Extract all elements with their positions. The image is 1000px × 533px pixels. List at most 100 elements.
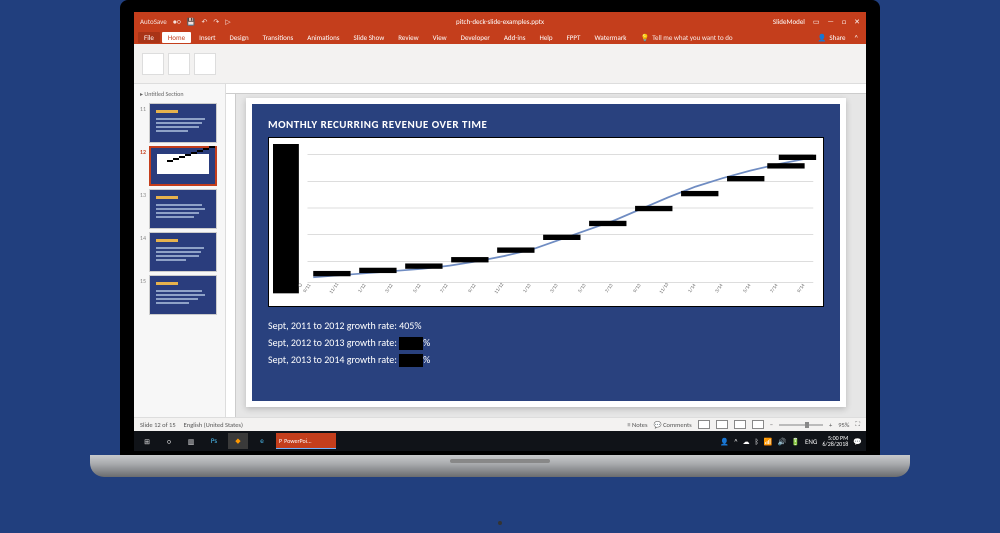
clock-date: 6/28/2018 (822, 441, 848, 447)
zoom-level[interactable]: 95% (838, 421, 849, 429)
minimize-icon[interactable]: — (828, 17, 834, 26)
account-name[interactable]: SlideModel (773, 17, 805, 26)
tab-home[interactable]: Home (162, 32, 191, 43)
new-slide-icon[interactable] (168, 53, 190, 75)
laptop-base (90, 455, 910, 477)
slide-notes[interactable]: Sept, 2011 to 2012 growth rate: 405% Sep… (268, 317, 824, 368)
growth-label: Sept, 2013 to 2014 growth rate: (268, 353, 399, 366)
tab-addins[interactable]: Add-ins (498, 32, 532, 43)
zoom-in-icon[interactable]: + (829, 421, 832, 429)
fit-to-window-icon[interactable]: ⛶ (855, 420, 860, 429)
thumb-preview (149, 146, 217, 186)
tab-insert[interactable]: Insert (193, 32, 221, 43)
thumb-number: 13 (136, 189, 146, 199)
ribbon-home (134, 44, 866, 84)
ribbon-display-options-icon[interactable]: ▭ (813, 17, 820, 26)
tab-design[interactable]: Design (224, 32, 255, 43)
close-icon[interactable]: ✕ (854, 17, 860, 26)
document-title: pitch-deck-slide-examples.pptx (456, 17, 544, 26)
ruler-horizontal (226, 84, 866, 94)
thumb-preview (149, 232, 217, 272)
slide-thumb-12[interactable]: 12 (136, 146, 223, 186)
language-status[interactable]: English (United States) (184, 421, 243, 429)
tell-me-label: Tell me what you want to do (652, 33, 732, 42)
people-icon[interactable]: 👤 (720, 437, 729, 446)
onedrive-icon[interactable]: ☁ (743, 437, 750, 446)
redo-icon[interactable]: ↷ (213, 17, 219, 26)
redacted-value (399, 337, 423, 350)
slide-thumb-13[interactable]: 13 (136, 189, 223, 229)
slide-thumb-11[interactable]: 11 (136, 103, 223, 143)
tab-fppt[interactable]: FPPT (561, 32, 587, 43)
slide-title[interactable]: MONTHLY RECURRING REVENUE OVER TIME (268, 118, 824, 131)
growth-label: Sept, 2011 to 2012 growth rate: (268, 319, 399, 332)
comments-button[interactable]: 💬 Comments (654, 421, 692, 429)
save-icon[interactable]: 💾 (187, 17, 196, 26)
paste-icon[interactable] (142, 53, 164, 75)
tab-review[interactable]: Review (392, 32, 424, 43)
slide-content[interactable]: MONTHLY RECURRING REVENUE OVER TIME (252, 104, 840, 401)
sorter-view-icon[interactable] (716, 420, 728, 429)
taskbar-app-powerpoint[interactable]: P PowerPoi... (276, 433, 336, 449)
task-view-icon[interactable]: ▥ (182, 433, 200, 449)
tab-help[interactable]: Help (533, 32, 558, 43)
notes-button[interactable]: ≡ Notes (627, 421, 647, 429)
slide-thumb-14[interactable]: 14 (136, 232, 223, 272)
taskbar-app-photoshop[interactable]: Ps (204, 433, 224, 449)
section-header[interactable]: Untitled Section (136, 88, 223, 100)
webcam-led (498, 521, 502, 525)
chart-x-ticks: 9/1111/111/123/125/127/129/1211/121/133/… (297, 298, 819, 304)
taskbar-app-sublime[interactable]: ◆ (228, 433, 248, 449)
system-clock[interactable]: 5:00 PM 6/28/2018 (822, 435, 848, 447)
screen: AutoSave ●○ 💾 ↶ ↷ ▷ pitch-deck-slide-exa… (134, 12, 866, 451)
start-from-beginning-icon[interactable]: ▷ (225, 17, 230, 26)
slide-canvas[interactable]: MONTHLY RECURRING REVENUE OVER TIME (246, 98, 846, 407)
wifi-icon[interactable]: 📶 (764, 437, 773, 446)
autosave-toggle[interactable]: AutoSave (140, 17, 167, 26)
share-icon: 👤 (818, 33, 827, 42)
slideshow-view-icon[interactable] (752, 420, 764, 429)
zoom-out-icon[interactable]: − (770, 421, 773, 429)
titlebar: AutoSave ●○ 💾 ↶ ↷ ▷ pitch-deck-slide-exa… (134, 12, 866, 30)
ribbon-group-clipboard (142, 53, 216, 75)
slide-editor[interactable]: MONTHLY RECURRING REVENUE OVER TIME (226, 84, 866, 417)
autosave-switch[interactable]: ●○ (173, 17, 181, 26)
slide-thumb-15[interactable]: 15 (136, 275, 223, 315)
zoom-slider[interactable] (779, 424, 823, 426)
thumb-preview (149, 189, 217, 229)
lightbulb-icon: 💡 (640, 33, 649, 42)
chart[interactable]: 0 9/1111/111/123/125/127/129/1211/121/13… (268, 137, 824, 307)
start-button[interactable]: ⊞ (138, 433, 156, 449)
tell-me-search[interactable]: 💡 Tell me what you want to do (640, 33, 732, 42)
chevron-up-icon[interactable]: ^ (855, 33, 859, 42)
thumb-preview (149, 275, 217, 315)
growth-value: 405% (399, 319, 421, 332)
undo-icon[interactable]: ↶ (202, 17, 208, 26)
cortana-icon[interactable]: ○ (160, 433, 178, 449)
layout-icon[interactable] (194, 53, 216, 75)
taskbar-app-edge[interactable]: e (252, 433, 272, 449)
maximize-icon[interactable]: □ (842, 17, 846, 26)
tab-developer[interactable]: Developer (455, 32, 496, 43)
action-center-icon[interactable]: 💬 (853, 437, 862, 446)
thumb-preview (149, 103, 217, 143)
growth-suffix: % (423, 353, 430, 366)
thumbnail-panel[interactable]: Untitled Section 11 12 (134, 84, 226, 417)
reading-view-icon[interactable] (734, 420, 746, 429)
volume-icon[interactable]: 🔊 (778, 437, 787, 446)
tab-file[interactable]: File (138, 32, 160, 43)
ribbon-tabs: File Home Insert Design Transitions Anim… (134, 30, 866, 44)
bluetooth-icon[interactable]: ᛒ (755, 437, 759, 446)
normal-view-icon[interactable] (698, 420, 710, 429)
tab-animations[interactable]: Animations (301, 32, 345, 43)
tab-transitions[interactable]: Transitions (257, 32, 300, 43)
share-button[interactable]: 👤 Share ^ (818, 33, 862, 42)
tab-view[interactable]: View (427, 32, 453, 43)
growth-suffix: % (423, 336, 430, 349)
input-language[interactable]: ENG (805, 437, 817, 446)
battery-icon[interactable]: 🔋 (791, 437, 800, 446)
taskbar-app-label: PowerPoi... (284, 437, 312, 445)
tab-slideshow[interactable]: Slide Show (348, 32, 391, 43)
tray-chevron-up-icon[interactable]: ^ (734, 437, 738, 446)
tab-watermark[interactable]: Watermark (588, 32, 632, 43)
